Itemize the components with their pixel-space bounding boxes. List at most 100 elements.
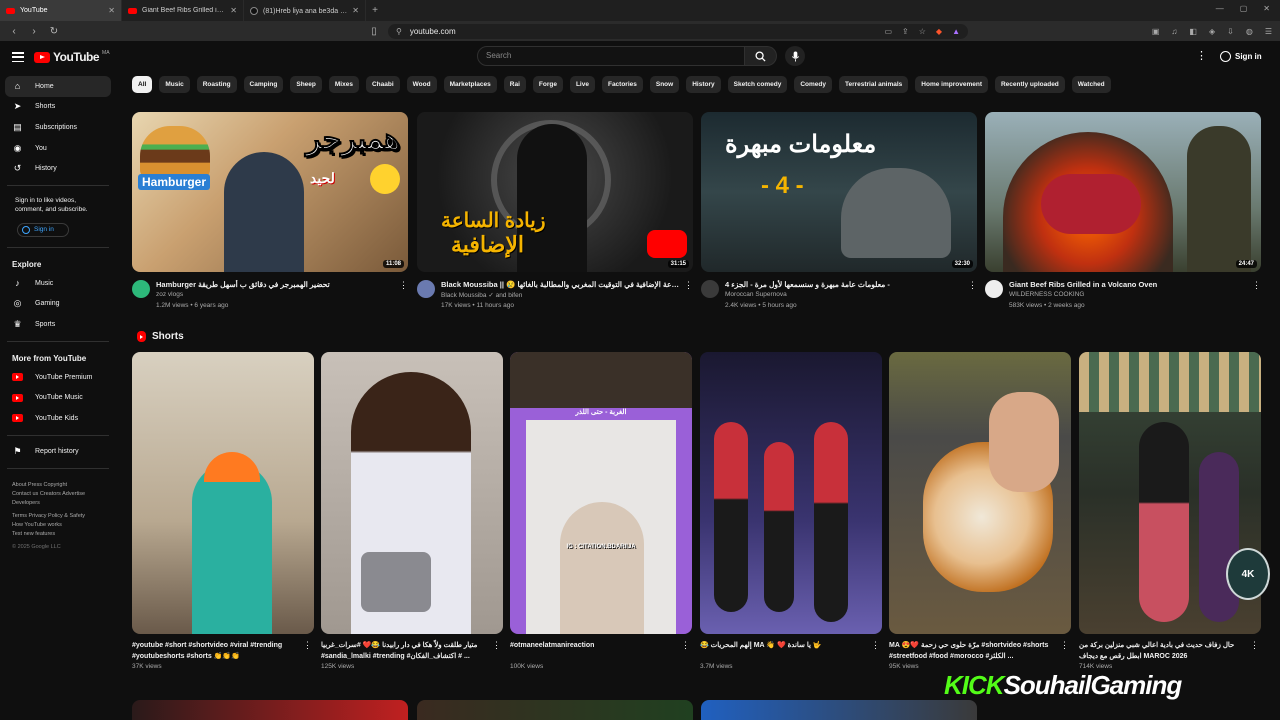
short-title[interactable]: متيار طلقت ولاّ هكا في دار رابيدنا 😂❤️ #… [321, 640, 489, 662]
cast-icon[interactable]: ▭ [884, 27, 892, 36]
short-menu-icon[interactable]: ⋮ [871, 640, 880, 651]
sidebar-item-history[interactable]: ↺ History [5, 158, 111, 179]
filter-chip[interactable]: Comedy [794, 76, 832, 93]
search-button[interactable] [745, 46, 777, 66]
filter-chip[interactable]: Mixes [328, 76, 359, 93]
reload-icon[interactable]: ↻ [48, 26, 60, 37]
sidebar-item-home[interactable]: ⌂ Home [5, 76, 111, 97]
sidebar-item-you[interactable]: ◉ You [5, 138, 111, 159]
filter-chip[interactable]: Forge [532, 76, 563, 93]
new-tab-button[interactable]: + [366, 5, 384, 16]
share-icon[interactable]: ⇪ [902, 27, 909, 36]
filter-chip[interactable]: Snow [649, 76, 680, 93]
filter-chip[interactable]: Factories [601, 76, 643, 93]
short-title[interactable]: حال زفاف حديث في بادية اعالي شبي منزلين … [1079, 640, 1247, 662]
filter-chip[interactable]: Music [159, 76, 190, 93]
back-icon[interactable]: ‹ [8, 26, 20, 37]
video-thumbnail-partial[interactable] [132, 700, 408, 720]
short-thumbnail[interactable]: الغربة - حتى اللذر IG : CITATION.BDARIIJ… [510, 352, 692, 634]
channel-name[interactable]: zoz vlogs [156, 291, 183, 298]
filter-chip[interactable]: History [686, 76, 721, 93]
video-title[interactable]: Giant Beef Ribs Grilled in a Volcano Ove… [1009, 280, 1247, 289]
sidebar-sign-in-button[interactable]: Sign in [17, 222, 69, 237]
bookmark-icon[interactable]: ▯ [368, 26, 380, 37]
channel-avatar[interactable] [985, 280, 1003, 298]
sidebar-item-music[interactable]: ♪ Music [5, 273, 111, 294]
video-card[interactable]: 24:47 Giant Beef Ribs Grilled in a Volca… [985, 112, 1261, 316]
short-thumbnail[interactable] [132, 352, 314, 634]
browser-menu-icon[interactable]: ☰ [1265, 27, 1272, 36]
short-thumbnail[interactable] [321, 352, 503, 634]
channel-name[interactable]: Moroccan Supernova [725, 291, 787, 298]
sign-in-button[interactable]: Sign in [1214, 47, 1268, 65]
footer-line[interactable]: About Press Copyright [12, 482, 67, 488]
footer-line[interactable]: How YouTube works [12, 522, 62, 528]
shield-toolbar-icon[interactable]: ◈ [1209, 27, 1215, 36]
short-card[interactable]: 😂 إلهم المحريات MA 👋 ❤️ يا ساندة 🤟 3.7M … [700, 352, 882, 670]
filter-chip[interactable]: Sheep [290, 76, 322, 93]
short-menu-icon[interactable]: ⋮ [303, 640, 312, 651]
filter-chip[interactable]: Wood [406, 76, 437, 93]
shield-icon[interactable]: ◆ [936, 27, 942, 36]
music-note-icon[interactable]: ♫ [1171, 27, 1177, 36]
video-title[interactable]: Hamburger تحضير الهمبرجر في دقائق ب أسهل… [156, 280, 394, 289]
video-menu-icon[interactable]: ⋮ [399, 280, 408, 291]
filter-chip[interactable]: Home improvement [915, 76, 988, 93]
sidebar-icon[interactable]: ◧ [1189, 27, 1197, 36]
site-info-icon[interactable]: ⚲ [396, 27, 402, 36]
video-thumbnail[interactable]: معلومات مبهرة - 4 - 32:30 [701, 112, 977, 272]
short-title[interactable]: #otmaneelatmanireaction [510, 640, 678, 651]
filter-chip[interactable]: All [132, 76, 153, 93]
short-thumbnail[interactable] [889, 352, 1071, 634]
sidebar-item-sports[interactable]: ♛ Sports [5, 314, 111, 335]
video-menu-icon[interactable]: ⋮ [968, 280, 977, 291]
maximize-icon[interactable]: ▢ [1240, 4, 1248, 13]
video-title[interactable]: Black Moussiba || 😢 زيادة الساعة الإضافي… [441, 280, 679, 289]
short-title[interactable]: #youtube #short #shortvideo #viral #tren… [132, 640, 300, 662]
browser-tab-1[interactable]: YouTube ✕ [0, 0, 122, 21]
sidebar-item-subscriptions[interactable]: ▤ Subscriptions [5, 117, 111, 138]
filter-chip[interactable]: Live [569, 76, 595, 93]
short-title[interactable]: 😂 إلهم المحريات MA 👋 ❤️ يا ساندة 🤟 [700, 640, 868, 651]
short-card[interactable]: #youtube #short #shortvideo #viral #tren… [132, 352, 314, 670]
filter-chip[interactable]: Sketch comedy [727, 76, 788, 93]
footer-line[interactable]: Developers [12, 500, 40, 506]
video-title[interactable]: معلومات عامة مبهرة و سنسمعها لأول مرة - … [725, 280, 963, 289]
channel-avatar[interactable] [417, 280, 435, 298]
channel-avatar[interactable] [132, 280, 150, 298]
short-menu-icon[interactable]: ⋮ [492, 640, 501, 651]
short-card[interactable]: MA 😍❤️ مرّة حلوى حي زحمة #shortvideo #sh… [889, 352, 1071, 670]
youtube-logo[interactable]: YouTube MA [34, 50, 110, 64]
sidebar-item-youtube-music[interactable]: YouTube Music [5, 387, 111, 408]
browser-tab-2[interactable]: Giant Beef Ribs Grilled in a Volcano ✕ [122, 0, 244, 21]
sidebar-item-youtube-kids[interactable]: YouTube Kids [5, 408, 111, 429]
filter-chip[interactable]: Terrestrial animals [838, 76, 909, 93]
profile-icon[interactable]: ◍ [1246, 27, 1253, 36]
close-icon[interactable]: ✕ [230, 6, 237, 15]
footer-line[interactable]: Terms Privacy Policy & Safety [12, 513, 85, 519]
channel-name[interactable]: Black Moussiba ✓ and bifen [441, 291, 522, 299]
short-menu-icon[interactable]: ⋮ [1060, 640, 1069, 651]
sidebar-item-shorts[interactable]: ➤ Shorts [5, 97, 111, 118]
sidebar-item-gaming[interactable]: ◎ Gaming [5, 294, 111, 315]
filter-chip[interactable]: Watched [1071, 76, 1111, 93]
wallet-icon[interactable]: ▣ [1152, 27, 1160, 36]
filter-chip[interactable]: Camping [243, 76, 284, 93]
sidebar-item-report-history[interactable]: ⚑ Report history [5, 442, 111, 463]
video-thumbnail-partial[interactable] [701, 700, 977, 720]
filter-chip[interactable]: Rai [503, 76, 526, 93]
short-thumbnail[interactable] [700, 352, 882, 634]
close-window-icon[interactable]: ✕ [1263, 4, 1270, 13]
forward-icon[interactable]: › [28, 26, 40, 37]
star-icon[interactable]: ☆ [919, 27, 926, 36]
download-icon[interactable]: ⇩ [1227, 27, 1234, 36]
video-menu-icon[interactable]: ⋮ [1252, 280, 1261, 291]
settings-kebab-icon[interactable]: ⋮ [1196, 49, 1207, 62]
video-card[interactable]: زيادة الساعة الإضافية 31:15 Black Moussi… [417, 112, 693, 316]
close-icon[interactable]: ✕ [352, 6, 359, 15]
video-thumbnail[interactable]: همبرجر Hamburger لحيد 11:08 [132, 112, 408, 272]
voice-search-button[interactable] [785, 46, 805, 66]
sidebar-item-premium[interactable]: YouTube Premium [5, 367, 111, 388]
channel-name[interactable]: WILDERNESS COOKING [1009, 291, 1084, 298]
url-text[interactable]: youtube.com [410, 27, 877, 36]
